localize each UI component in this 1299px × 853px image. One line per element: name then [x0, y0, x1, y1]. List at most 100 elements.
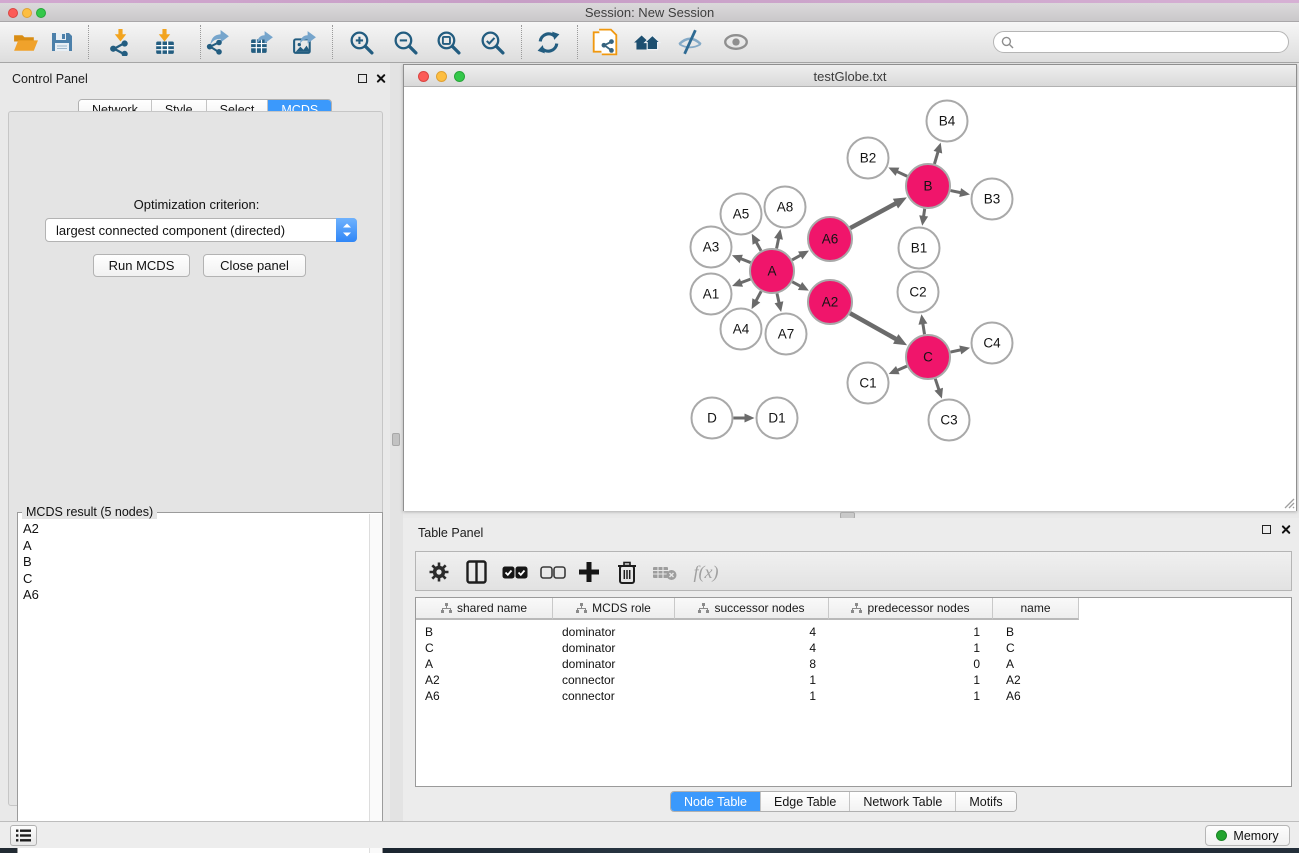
column-header-successor-nodes[interactable]: successor nodes — [675, 598, 829, 620]
show-columns-icon[interactable] — [461, 557, 491, 587]
new-network-from-file-icon[interactable] — [590, 27, 620, 57]
home-icon[interactable] — [632, 27, 662, 57]
save-session-icon[interactable] — [47, 27, 77, 57]
network-canvas[interactable]: A A1 A2 A3 A4 A5 A6 A7 A8 B B1 B2 B3B4 C C1 C2 C3C4 D D1 — [404, 87, 1296, 511]
graph-node-D1[interactable]: D1 — [757, 398, 798, 439]
graph-edge[interactable] — [850, 313, 897, 339]
graph-node-A2[interactable]: A2 — [808, 280, 852, 324]
zoom-fit-icon[interactable] — [433, 27, 463, 57]
table-row[interactable]: A6 connector 1 1 A6 — [416, 688, 1079, 704]
refresh-icon[interactable] — [533, 27, 563, 57]
open-file-icon[interactable] — [10, 27, 40, 57]
graph-edge[interactable] — [924, 209, 925, 217]
show-panel-icon[interactable] — [721, 27, 751, 57]
list-item[interactable]: A2 — [18, 521, 370, 538]
select-all-icon[interactable] — [500, 557, 530, 587]
export-table-icon[interactable] — [246, 27, 276, 57]
scrollbar-track[interactable] — [369, 514, 382, 853]
list-item[interactable]: A — [18, 538, 370, 555]
close-table-panel-icon[interactable] — [1280, 524, 1291, 535]
deselect-all-icon[interactable] — [538, 557, 568, 587]
graph-node-C2[interactable]: C2 — [898, 272, 939, 313]
close-panel-button[interactable]: Close panel — [203, 254, 306, 277]
close-panel-icon[interactable] — [375, 73, 386, 84]
resize-grip-icon[interactable] — [1281, 495, 1295, 509]
graph-edge[interactable] — [777, 293, 779, 303]
graph-node-C4[interactable]: C4 — [972, 323, 1013, 364]
float-panel-icon[interactable] — [358, 74, 367, 83]
divider-handle[interactable] — [392, 433, 400, 446]
tab-motifs[interactable]: Motifs — [956, 792, 1015, 811]
zoom-out-icon[interactable] — [390, 27, 420, 57]
graph-node-A7[interactable]: A7 — [766, 314, 807, 355]
memory-button[interactable]: Memory — [1205, 825, 1290, 846]
graph-edge[interactable] — [850, 203, 896, 228]
tab-node-table[interactable]: Node Table — [671, 792, 761, 811]
run-mcds-button[interactable]: Run MCDS — [93, 254, 190, 277]
mcds-result-list[interactable]: A2 A B C A6 — [18, 521, 370, 853]
graph-node-A4[interactable]: A4 — [721, 309, 762, 350]
list-item[interactable]: A6 — [18, 587, 370, 604]
graph-edge[interactable] — [756, 242, 761, 251]
settings-gear-icon[interactable] — [424, 557, 454, 587]
list-item[interactable]: B — [18, 554, 370, 571]
graph-edge[interactable] — [897, 366, 907, 370]
search-input[interactable] — [1018, 35, 1280, 49]
column-header-shared-name[interactable]: shared name — [416, 598, 553, 620]
hide-panel-icon[interactable] — [675, 27, 705, 57]
task-history-button[interactable] — [10, 825, 37, 846]
graph-node-label: A1 — [703, 287, 720, 302]
network-window-titlebar[interactable]: testGlobe.txt — [404, 65, 1296, 87]
column-header-name[interactable]: name — [993, 598, 1079, 620]
graph-edge[interactable] — [934, 151, 938, 164]
graph-node-A[interactable]: A — [750, 249, 794, 293]
graph-node-A8[interactable]: A8 — [765, 187, 806, 228]
graph-node-C1[interactable]: C1 — [848, 363, 889, 404]
graph-node-A6[interactable]: A6 — [808, 217, 852, 261]
zoom-in-icon[interactable] — [346, 27, 376, 57]
criterion-dropdown[interactable]: largest connected component (directed) — [45, 218, 357, 242]
graph-edge[interactable] — [935, 379, 939, 390]
tab-network-table[interactable]: Network Table — [850, 792, 956, 811]
tab-edge-table[interactable]: Edge Table — [761, 792, 850, 811]
graph-edge[interactable] — [950, 350, 961, 352]
graph-node-A3[interactable]: A3 — [691, 227, 732, 268]
graph-node-A5[interactable]: A5 — [721, 194, 762, 235]
graph-edge[interactable] — [740, 259, 750, 263]
graph-edge[interactable] — [792, 282, 801, 287]
float-table-panel-icon[interactable] — [1262, 525, 1271, 534]
graph-node-B4[interactable]: B4 — [927, 101, 968, 142]
graph-edge[interactable] — [756, 291, 761, 301]
graph-node-B[interactable]: B — [906, 164, 950, 208]
import-table-icon[interactable] — [149, 27, 179, 57]
column-header-mcds-role[interactable]: MCDS role — [553, 598, 675, 620]
panel-divider[interactable] — [390, 63, 403, 821]
zoom-selected-icon[interactable] — [477, 27, 507, 57]
cell-predecessor-nodes: 1 — [829, 640, 993, 656]
column-header-predecessor-nodes[interactable]: predecessor nodes — [829, 598, 993, 620]
graph-node-C3[interactable]: C3 — [929, 400, 970, 441]
graph-node-B1[interactable]: B1 — [899, 228, 940, 269]
graph-node-B3[interactable]: B3 — [972, 179, 1013, 220]
graph-edge[interactable] — [951, 191, 962, 193]
import-network-icon[interactable] — [105, 27, 135, 57]
graph-node-D[interactable]: D — [692, 398, 733, 439]
table-row[interactable]: A dominator 8 0 A — [416, 656, 1079, 672]
table-row[interactable]: B dominator 4 1 B — [416, 624, 1079, 640]
graph-node-B2[interactable]: B2 — [848, 138, 889, 179]
table-row[interactable]: C dominator 4 1 C — [416, 640, 1079, 656]
export-network-icon[interactable] — [203, 27, 233, 57]
add-column-icon[interactable] — [574, 557, 604, 587]
table-row[interactable]: A2 connector 1 1 A2 — [416, 672, 1079, 688]
graph-node-C[interactable]: C — [906, 335, 950, 379]
graph-edge[interactable] — [792, 255, 801, 260]
graph-edge[interactable] — [777, 238, 779, 249]
graph-edge[interactable] — [923, 323, 925, 334]
graph-edge[interactable] — [740, 279, 750, 283]
graph-node-A1[interactable]: A1 — [691, 274, 732, 315]
list-item[interactable]: C — [18, 571, 370, 588]
graph-edge[interactable] — [897, 171, 908, 176]
export-image-icon[interactable] — [289, 27, 319, 57]
edge-arrowhead — [918, 314, 927, 325]
delete-column-icon[interactable] — [612, 557, 642, 587]
